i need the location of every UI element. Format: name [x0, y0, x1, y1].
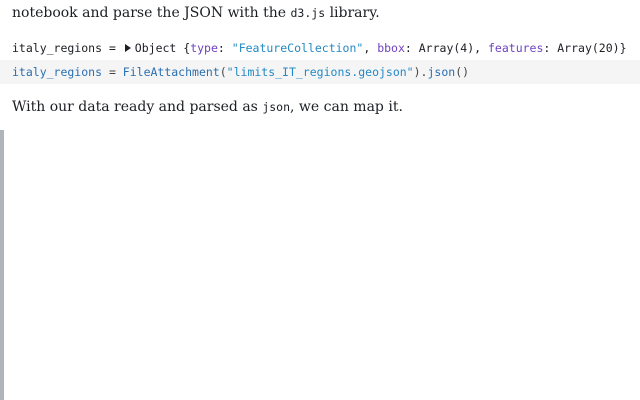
input-var-name: italy_regions [12, 65, 103, 79]
output-equals: = [102, 41, 123, 55]
inline-code-json: json [262, 100, 291, 114]
brace-close: } [619, 41, 627, 55]
input-open-paren: ( [219, 65, 227, 79]
inline-code-d3: d3.js [290, 6, 326, 20]
object-label: Object [134, 41, 184, 55]
paragraph-text-end: , we can map it. [290, 99, 403, 115]
value-bbox: Array(4) [418, 41, 475, 55]
value-features: Array(20) [557, 41, 620, 55]
key-features: features [488, 41, 544, 55]
value-type: "FeatureCollection" [231, 41, 364, 55]
input-equals: = [102, 65, 123, 79]
cell-input-code[interactable]: italy_regions = FileAttachment("limits_I… [0, 60, 640, 84]
input-close-paren: ) [413, 65, 421, 79]
key-bbox: bbox [377, 41, 405, 55]
map-cell[interactable] [0, 130, 640, 400]
input-argument: "limits_IT_regions.geojson" [226, 65, 414, 79]
paragraph-text: With our data ready and parsed as [12, 99, 263, 115]
paragraph-map-intro: With our data ready and parsed as json, … [0, 97, 415, 117]
paragraph-text-end: library. [325, 5, 380, 21]
input-function: FileAttachment [122, 65, 220, 79]
expand-caret-icon[interactable] [124, 44, 131, 52]
paragraph-parse-json: notebook and parse the JSON with the d3.… [0, 3, 392, 23]
paragraph-text: notebook and parse the JSON with the [12, 5, 291, 21]
input-method: json [427, 65, 456, 79]
output-var-name: italy_regions [12, 41, 103, 55]
input-call: () [455, 65, 470, 79]
key-type: type [190, 41, 218, 55]
cell-output-italy-regions[interactable]: italy_regions = Object {type: "FeatureCo… [0, 38, 640, 58]
cell-focus-bar [0, 130, 4, 400]
